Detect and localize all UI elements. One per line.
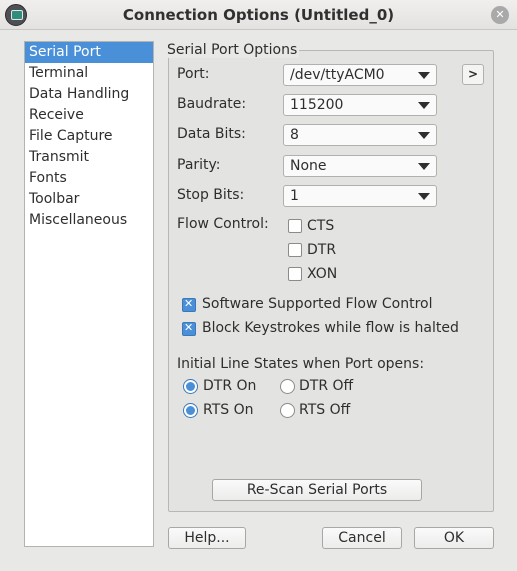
dtr-off-label: DTR Off [299,378,354,394]
dtr-label: DTR [307,242,337,258]
baudrate-label: Baudrate: [177,96,247,112]
rescan-serial-ports-button[interactable]: Re-Scan Serial Ports [212,479,422,501]
nav-item-file-capture[interactable]: File Capture [25,126,153,147]
chevron-down-icon [418,72,430,79]
title-bar: Connection Options (Untitled_0) ✕ [0,0,517,30]
parity-label: Parity: [177,157,221,173]
group-title: Serial Port Options [167,42,300,58]
help-button[interactable]: Help... [168,527,246,549]
cts-checkbox[interactable] [288,219,302,233]
nav-item-receive[interactable]: Receive [25,105,153,126]
nav-item-terminal[interactable]: Terminal [25,63,153,84]
expand-button[interactable]: > [462,64,484,85]
close-icon[interactable]: ✕ [491,6,509,24]
rts-off-radio[interactable] [280,403,295,418]
options-category-list[interactable]: Serial Port Terminal Data Handling Recei… [24,41,154,547]
port-value: /dev/ttyACM0 [290,67,385,83]
dtr-on-radio[interactable] [183,379,198,394]
cts-label: CTS [307,218,335,234]
rts-on-radio[interactable] [183,403,198,418]
nav-item-fonts[interactable]: Fonts [25,168,153,189]
cancel-button[interactable]: Cancel [322,527,402,549]
stopbits-value: 1 [290,188,299,204]
xon-label: XON [307,266,338,282]
block-keystrokes-label: Block Keystrokes while flow is halted [202,320,459,336]
port-select[interactable]: /dev/ttyACM0 [283,64,437,86]
chevron-down-icon [418,193,430,200]
flow-control-label: Flow Control: [177,216,269,232]
rts-on-label: RTS On [203,402,254,418]
stopbits-label: Stop Bits: [177,187,245,203]
software-flow-label: Software Supported Flow Control [202,296,433,312]
dtr-checkbox[interactable] [288,243,302,257]
software-flow-checkbox[interactable] [182,297,196,312]
block-keystrokes-checkbox[interactable] [182,321,196,336]
baudrate-select[interactable]: 115200 [283,94,437,116]
databits-label: Data Bits: [177,126,246,142]
chevron-down-icon [418,163,430,170]
window-title: Connection Options (Untitled_0) [122,6,395,24]
baudrate-value: 115200 [290,97,344,113]
chevron-down-icon [418,132,430,139]
rts-off-label: RTS Off [299,402,351,418]
nav-item-transmit[interactable]: Transmit [25,147,153,168]
nav-item-serial-port[interactable]: Serial Port [25,42,153,63]
xon-checkbox[interactable] [288,267,302,281]
line-states-label: Initial Line States when Port opens: [177,356,425,372]
chevron-down-icon [418,102,430,109]
port-label: Port: [177,66,210,82]
stopbits-select[interactable]: 1 [283,185,437,207]
nav-item-toolbar[interactable]: Toolbar [25,189,153,210]
nav-item-miscellaneous[interactable]: Miscellaneous [25,210,153,231]
dtr-off-radio[interactable] [280,379,295,394]
databits-select[interactable]: 8 [283,124,437,146]
parity-value: None [290,158,327,174]
parity-select[interactable]: None [283,155,437,177]
nav-item-data-handling[interactable]: Data Handling [25,84,153,105]
ok-button[interactable]: OK [414,527,494,549]
databits-value: 8 [290,127,299,143]
dtr-on-label: DTR On [203,378,257,394]
